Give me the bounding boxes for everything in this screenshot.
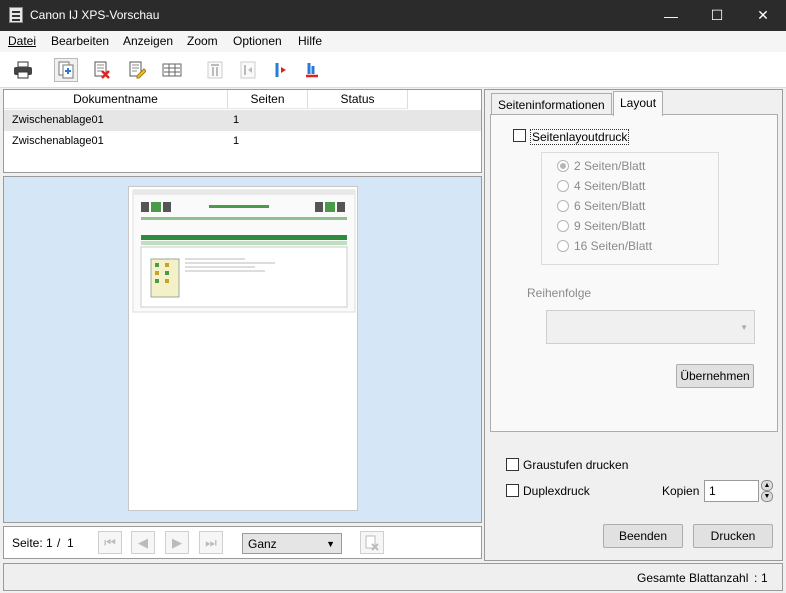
document-pages: 1 [233,135,240,147]
zoom-select[interactable]: Ganz ▼ [242,533,342,554]
last-page-button[interactable]: ⏭ [199,531,223,554]
menu-edit[interactable]: Bearbeiten [51,34,109,48]
settings-panel: Seiteninformationen Layout Seitenlayoutd… [484,89,783,561]
first-page-icon: ⏮ [104,534,116,550]
combine-documents-icon[interactable] [54,58,78,82]
previous-page-button[interactable]: ◀ [131,531,155,554]
current-page: 1 [46,536,53,550]
column-header-status[interactable]: Status [308,90,408,109]
print-button[interactable]: Drucken [693,524,773,548]
option-6-pages-label: 6 Seiten/Blatt [574,199,646,213]
total-pages: 1 [67,536,74,550]
page-preview [128,186,358,511]
window-title: Canon IJ XPS-Vorschau [30,8,160,22]
chevron-down-icon: ▼ [326,539,335,549]
radio-6-pages[interactable] [557,200,569,212]
copies-input[interactable]: 1 [704,480,759,502]
delete-page-icon [365,535,379,551]
app-icon [9,7,23,23]
table-row[interactable]: Zwischenablage01 1 [4,131,481,152]
close-button[interactable]: Beenden [603,524,683,548]
close-window-button[interactable]: ✕ [740,0,786,31]
tab-layout[interactable]: Layout [613,91,664,116]
chevron-down-icon: ▼ [740,323,748,332]
table-row[interactable]: Zwischenablage01 1 [4,110,481,131]
duplex-checkbox[interactable] [506,484,519,497]
menu-file[interactable]: Datei [8,34,36,48]
maximize-button[interactable]: ☐ [694,0,740,31]
zoom-value: Ganz [248,537,277,551]
thumbnail-view-icon[interactable] [160,58,184,82]
status-bar: Gesamte Blattanzahl : 1 [3,563,783,591]
order-label: Reihenfolge [527,286,592,300]
move-to-bottom-icon[interactable] [300,58,324,82]
option-2-pages-label: 2 Seiten/Blatt [574,159,646,173]
apply-button[interactable]: Übernehmen [676,364,754,388]
menu-options[interactable]: Optionen [233,34,282,48]
radio-4-pages[interactable] [557,180,569,192]
copies-increment[interactable]: ▲ [761,480,773,491]
radio-9-pages[interactable] [557,220,569,232]
previous-page-icon: ◀ [138,534,148,550]
delete-document-icon[interactable] [90,58,114,82]
column-header-pages[interactable]: Seiten [228,90,308,109]
tab-page-information[interactable]: Seiteninformationen [491,93,612,115]
first-page-button[interactable]: ⏮ [98,531,122,554]
radio-2-pages[interactable] [557,160,569,172]
option-9-pages-label: 9 Seiten/Blatt [574,219,646,233]
page-navigation-bar: Seite: 1 / 1 ⏮ ◀ ▶ ⏭ Ganz ▼ [3,526,482,559]
menu-help[interactable]: Hilfe [298,34,322,48]
pages-per-sheet-group: 2 Seiten/Blatt 4 Seiten/Blatt 6 Seiten/B… [541,152,719,265]
arrow-down-icon: ▼ [763,493,771,500]
move-down-icon[interactable] [268,58,292,82]
move-to-top-icon[interactable] [203,58,227,82]
move-up-icon[interactable] [236,58,260,82]
option-16-pages-label: 16 Seiten/Blatt [574,239,653,253]
layout-tab-content: Seitenlayoutdruck 2 Seiten/Blatt 4 Seite… [490,114,778,432]
page-thumbnail-image [132,189,356,313]
document-list: Dokumentname Seiten Status Zwischenablag… [3,89,482,173]
option-4-pages-label: 4 Seiten/Blatt [574,179,646,193]
next-page-icon: ▶ [172,534,182,550]
preview-area[interactable] [3,176,482,523]
page-separator: / [57,536,61,550]
print-icon[interactable] [11,58,35,82]
toolbar [0,52,786,88]
edit-document-icon[interactable] [125,58,149,82]
document-pages: 1 [233,114,240,126]
grayscale-checkbox[interactable] [506,458,519,471]
grayscale-label: Graustufen drucken [523,458,629,472]
document-name: Zwischenablage01 [12,114,104,126]
page-layout-checkbox[interactable] [513,129,526,142]
last-page-icon: ⏭ [205,534,217,550]
menu-view[interactable]: Anzeigen [123,34,173,48]
radio-16-pages[interactable] [557,240,569,252]
total-sheets-label: Gesamte Blattanzahl [637,571,749,585]
page-label: Seite: [12,536,43,550]
copies-label: Kopien [662,484,700,498]
total-sheets-value: 1 [761,571,768,585]
column-header-name[interactable]: Dokumentname [4,90,228,109]
title-bar: Canon IJ XPS-Vorschau — ☐ ✕ [0,0,786,31]
menu-bar: Datei Bearbeiten Anzeigen Zoom Optionen … [0,31,786,52]
duplex-label: Duplexdruck [523,484,590,498]
copies-decrement[interactable]: ▼ [761,491,773,502]
document-name: Zwischenablage01 [12,135,104,147]
menu-zoom[interactable]: Zoom [187,34,218,48]
total-sheets-sep: : [754,571,758,585]
order-select[interactable]: ▼ [546,310,755,344]
minimize-button[interactable]: — [648,0,694,31]
arrow-up-icon: ▲ [763,482,771,489]
delete-page-button[interactable] [360,531,384,554]
page-layout-label[interactable]: Seitenlayoutdruck [530,129,630,145]
next-page-button[interactable]: ▶ [165,531,189,554]
copies-value: 1 [709,484,716,498]
